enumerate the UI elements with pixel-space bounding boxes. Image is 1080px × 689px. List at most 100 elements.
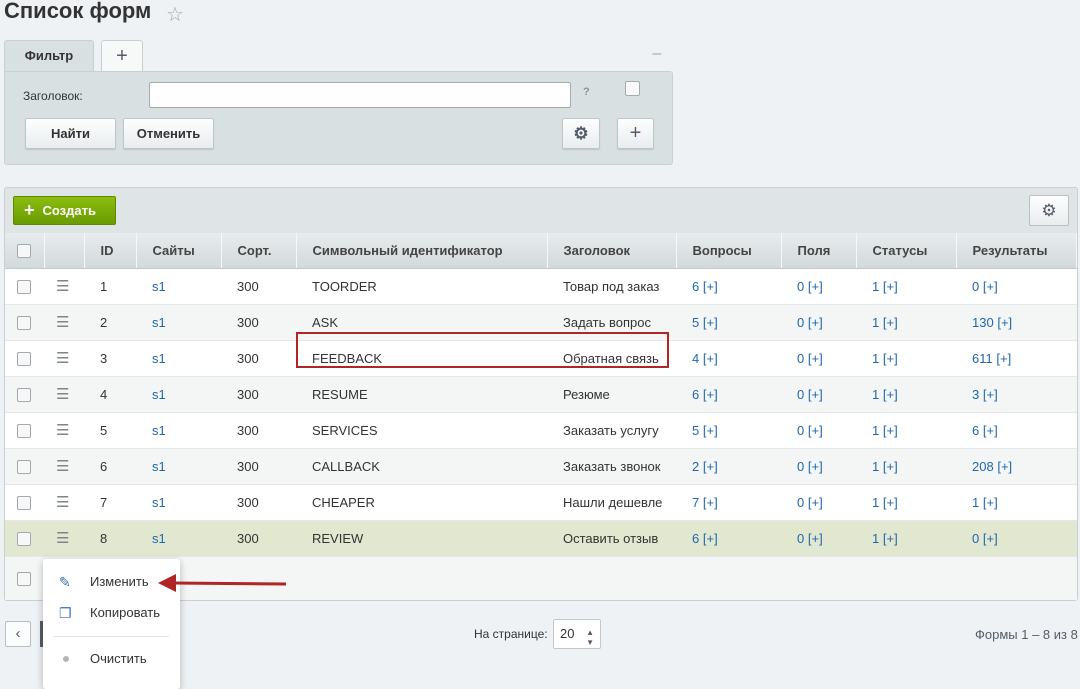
footer-checkbox[interactable] (17, 572, 31, 587)
filter-checkbox[interactable] (625, 81, 640, 96)
row-checkbox[interactable] (17, 495, 31, 510)
row-checkbox-cell[interactable] (5, 520, 44, 557)
row-checkbox[interactable] (17, 459, 31, 474)
row-menu-cell[interactable]: ☰ (44, 340, 84, 377)
row-checkbox[interactable] (17, 531, 31, 546)
row-checkbox-cell[interactable] (5, 448, 44, 485)
row-statuses-link[interactable]: 1 (872, 279, 879, 294)
add-link[interactable]: [+] (808, 459, 823, 474)
add-link[interactable]: [+] (808, 495, 823, 510)
row-results-link[interactable]: 6 (972, 423, 979, 438)
row-checkbox-cell[interactable] (5, 304, 44, 341)
row-questions-link[interactable]: 5 (692, 423, 699, 438)
row-site-link[interactable]: s1 (152, 351, 166, 366)
row-checkbox[interactable] (17, 315, 31, 330)
row-fields-link[interactable]: 0 (797, 459, 804, 474)
row-checkbox-cell[interactable] (5, 412, 44, 449)
row-menu-cell[interactable]: ☰ (44, 376, 84, 413)
add-link[interactable]: [+] (703, 387, 718, 402)
add-link[interactable]: [+] (983, 423, 998, 438)
add-link[interactable]: [+] (983, 495, 998, 510)
row-results-link[interactable]: 0 (972, 279, 979, 294)
row-checkbox[interactable] (17, 387, 31, 402)
row-results-link[interactable]: 3 (972, 387, 979, 402)
row-site-link[interactable]: s1 (152, 495, 166, 510)
table-row[interactable]: ☰ 4 s1 300 RESUME Резюме 6 [+] 0 [+] 1 [+] 3 [+] (5, 376, 1077, 413)
row-site-link[interactable]: s1 (152, 315, 166, 330)
row-checkbox[interactable] (17, 423, 31, 438)
row-questions-link[interactable]: 5 (692, 315, 699, 330)
hamburger-menu-icon[interactable]: ☰ (56, 422, 69, 439)
add-link[interactable]: [+] (996, 351, 1011, 366)
add-link[interactable]: [+] (883, 531, 898, 546)
help-icon[interactable]: ? (583, 86, 590, 98)
row-results-link[interactable]: 0 (972, 531, 979, 546)
menu-item-copy[interactable]: ❐ Копировать (43, 599, 180, 627)
hamburger-menu-icon[interactable]: ☰ (56, 386, 69, 403)
add-link[interactable]: [+] (703, 315, 718, 330)
row-menu-cell[interactable]: ☰ (44, 484, 84, 521)
header-select-all[interactable] (5, 233, 45, 269)
add-link[interactable]: [+] (703, 495, 718, 510)
row-statuses-link[interactable]: 1 (872, 315, 879, 330)
column-header-code[interactable]: Символьный идентификатор (296, 233, 548, 269)
footer-checkbox-cell[interactable] (5, 556, 44, 600)
add-filter-tab-button[interactable]: + (101, 40, 143, 72)
prev-page-button[interactable]: ‹ (5, 621, 31, 647)
row-fields-link[interactable]: 0 (797, 279, 804, 294)
row-menu-cell[interactable]: ☰ (44, 412, 84, 449)
row-checkbox[interactable] (17, 351, 31, 366)
add-link[interactable]: [+] (808, 387, 823, 402)
filter-settings-gear-icon[interactable]: ⚙ (562, 118, 600, 149)
add-link[interactable]: [+] (883, 279, 898, 294)
column-header-sites[interactable]: Сайты (136, 233, 222, 269)
add-link[interactable]: [+] (997, 459, 1012, 474)
add-link[interactable]: [+] (703, 351, 718, 366)
star-icon[interactable]: ☆ (166, 2, 184, 27)
row-checkbox-cell[interactable] (5, 268, 44, 305)
hamburger-menu-icon[interactable]: ☰ (56, 494, 69, 511)
add-link[interactable]: [+] (808, 423, 823, 438)
tab-filter[interactable]: Фильтр (4, 40, 94, 72)
row-results-link[interactable]: 611 (972, 351, 993, 366)
add-link[interactable]: [+] (703, 279, 718, 294)
table-row[interactable]: ☰ 3 s1 300 FEEDBACK Обратная связь 4 [+] 0 [+] 1… (5, 340, 1077, 377)
row-statuses-link[interactable]: 1 (872, 387, 879, 402)
add-link[interactable]: [+] (808, 531, 823, 546)
table-row[interactable]: ☰ 1 s1 300 TOORDER Товар под заказ 6 [+] 0 [+] 1… (5, 268, 1077, 305)
row-results-link[interactable]: 130 (972, 315, 994, 330)
row-site-link[interactable]: s1 (152, 459, 166, 474)
list-settings-gear-icon[interactable]: ⚙ (1029, 195, 1069, 226)
column-header-sort[interactable]: Сорт. (221, 233, 297, 269)
add-link[interactable]: [+] (703, 459, 718, 474)
row-fields-link[interactable]: 0 (797, 495, 804, 510)
add-link[interactable]: [+] (983, 279, 998, 294)
hamburger-menu-icon[interactable]: ☰ (56, 314, 69, 331)
add-filter-field-button[interactable]: + (617, 118, 654, 149)
add-link[interactable]: [+] (883, 423, 898, 438)
per-page-select[interactable]: 20 ▲ ▼ (553, 619, 601, 649)
create-button[interactable]: + Создать (13, 196, 116, 225)
row-questions-link[interactable]: 4 (692, 351, 699, 366)
row-questions-link[interactable]: 6 (692, 387, 699, 402)
row-checkbox-cell[interactable] (5, 484, 44, 521)
row-checkbox-cell[interactable] (5, 340, 44, 377)
add-link[interactable]: [+] (883, 315, 898, 330)
row-site-link[interactable]: s1 (152, 423, 166, 438)
select-all-checkbox[interactable] (17, 244, 31, 259)
row-fields-link[interactable]: 0 (797, 531, 804, 546)
row-statuses-link[interactable]: 1 (872, 459, 879, 474)
add-link[interactable]: [+] (883, 495, 898, 510)
row-fields-link[interactable]: 0 (797, 387, 804, 402)
row-site-link[interactable]: s1 (152, 531, 166, 546)
table-row[interactable]: ☰ 7 s1 300 CHEAPER Нашли дешевле 7 [+] 0 [+] 1 [… (5, 484, 1077, 521)
row-statuses-link[interactable]: 1 (872, 531, 879, 546)
cancel-button[interactable]: Отменить (123, 118, 214, 149)
row-site-link[interactable]: s1 (152, 279, 166, 294)
hamburger-menu-icon[interactable]: ☰ (56, 350, 69, 367)
column-header-results[interactable]: Результаты (956, 233, 1077, 269)
table-row[interactable]: ☰ 2 s1 300 ASK Задать вопрос 5 [+] 0 [+] 1 [+] 13… (5, 304, 1077, 341)
menu-item-clear[interactable]: Очистить (43, 645, 180, 673)
row-questions-link[interactable]: 6 (692, 531, 699, 546)
row-statuses-link[interactable]: 1 (872, 423, 879, 438)
